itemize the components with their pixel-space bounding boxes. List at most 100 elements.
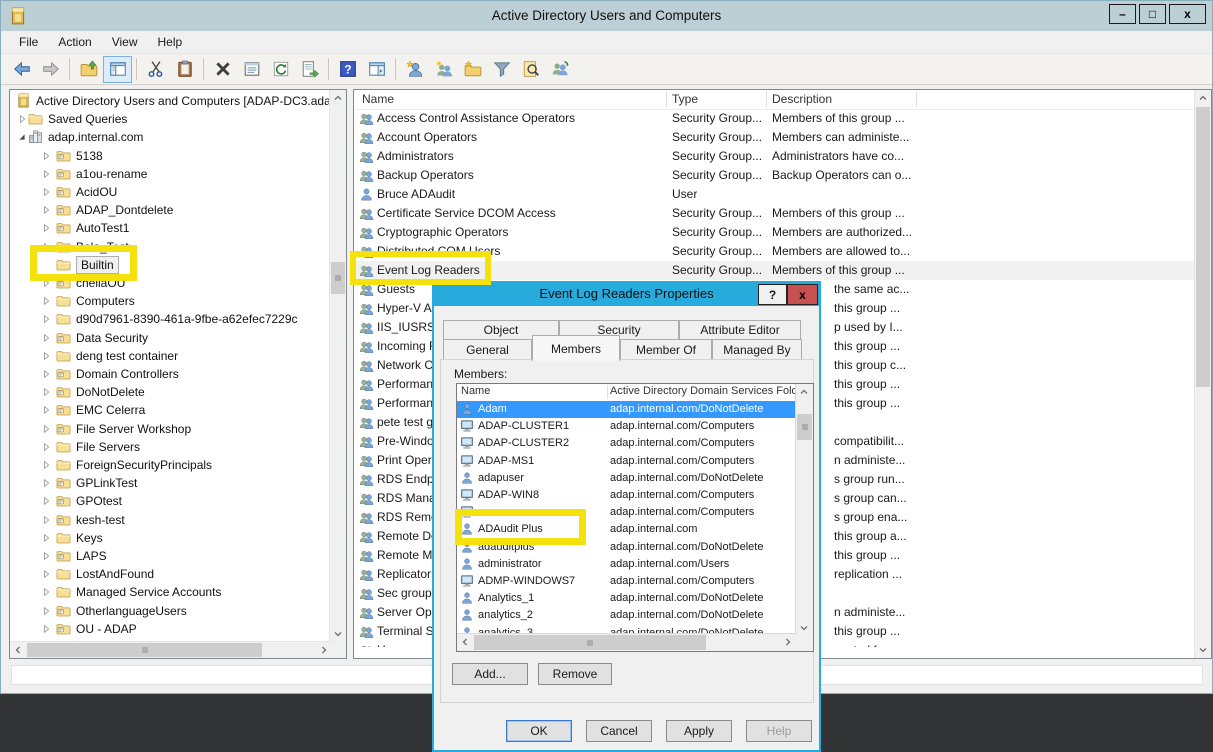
expand-icon[interactable] — [40, 295, 52, 307]
expand-icon[interactable] — [40, 568, 52, 580]
expand-icon[interactable] — [40, 550, 52, 562]
cut-button[interactable] — [141, 56, 170, 83]
menu-item-help[interactable]: Help — [148, 32, 193, 52]
member-column-name[interactable]: Name — [461, 385, 490, 397]
expand-icon[interactable] — [40, 386, 52, 398]
column-divider[interactable] — [666, 91, 667, 107]
refresh-button[interactable] — [266, 56, 295, 83]
tree-item-acidou[interactable]: AcidOU — [10, 183, 331, 201]
paste-button[interactable] — [170, 56, 199, 83]
list-row-access-control-assistance-operators[interactable]: Access Control Assistance OperatorsSecur… — [354, 109, 1196, 128]
column-header-type[interactable]: Type — [672, 92, 698, 106]
member-row-adap-win8[interactable]: ADAP-WIN8adap.internal.com/Computers — [457, 487, 796, 504]
list-row-administrators[interactable]: AdministratorsSecurity Group...Administr… — [354, 147, 1196, 166]
close-button[interactable]: x — [1169, 4, 1206, 24]
menu-item-action[interactable]: Action — [48, 32, 101, 52]
help-button[interactable]: Help — [746, 720, 812, 742]
tree-item-otherlanguageusers[interactable]: OtherlanguageUsers — [10, 602, 331, 620]
tree-item-autotest1[interactable]: AutoTest1 — [10, 219, 331, 237]
column-divider[interactable] — [916, 91, 917, 107]
tree-item-d90d7961-8390-461a-9fbe-a62efec7229c[interactable]: d90d7961-8390-461a-9fbe-a62efec7229c — [10, 310, 331, 328]
expand-icon[interactable] — [40, 477, 52, 489]
tree-item-foreignsecurityprincipals[interactable]: ForeignSecurityPrincipals — [10, 456, 331, 474]
scroll-down-icon[interactable] — [1195, 642, 1211, 658]
action-pane-button[interactable] — [362, 56, 391, 83]
member-row-adam[interactable]: Adamadap.internal.com/DoNotDelete — [457, 401, 796, 418]
expand-icon[interactable] — [40, 441, 52, 453]
cancel-button[interactable]: Cancel — [586, 720, 652, 742]
new-ou-button[interactable] — [458, 56, 487, 83]
properties-button[interactable] — [237, 56, 266, 83]
apply-button[interactable]: Apply — [666, 720, 732, 742]
tree-horizontal-scrollbar[interactable] — [10, 641, 332, 658]
scroll-up-icon[interactable] — [330, 90, 346, 106]
scrollbar-thumb[interactable] — [27, 643, 262, 657]
add-button[interactable]: Add... — [452, 663, 528, 685]
expand-icon[interactable] — [40, 313, 52, 325]
tab-managed-by[interactable]: Managed By — [712, 339, 802, 360]
scroll-right-icon[interactable] — [780, 634, 796, 650]
member-row-adapuser[interactable]: adapuseradap.internal.com/DoNotDelete — [457, 470, 796, 487]
tree-item-ou-adap[interactable]: OU - ADAP — [10, 620, 331, 638]
dialog-titlebar[interactable]: Event Log Readers Properties ? x — [434, 283, 819, 306]
list-vertical-scrollbar[interactable] — [1194, 90, 1211, 658]
members-horizontal-scrollbar[interactable] — [457, 633, 796, 651]
expand-icon[interactable] — [40, 459, 52, 471]
minimize-button[interactable]: – — [1109, 4, 1136, 24]
tree-item-data-security[interactable]: Data Security — [10, 329, 331, 347]
tree-item-a1ou-rename[interactable]: a1ou-rename — [10, 165, 331, 183]
new-group-button[interactable] — [429, 56, 458, 83]
list-row-certificate-service-dcom-access[interactable]: Certificate Service DCOM AccessSecurity … — [354, 204, 1196, 223]
ok-button[interactable]: OK — [506, 720, 572, 742]
expand-icon[interactable] — [40, 423, 52, 435]
help-button[interactable]: ? — [333, 56, 362, 83]
expand-icon[interactable] — [40, 332, 52, 344]
scroll-left-icon[interactable] — [457, 634, 473, 650]
list-row-backup-operators[interactable]: Backup OperatorsSecurity Group...Backup … — [354, 166, 1196, 185]
member-row-analytics-2[interactable]: analytics_2adap.internal.com/DoNotDelete — [457, 607, 796, 624]
expand-icon[interactable] — [40, 623, 52, 635]
tree-item-keys[interactable]: Keys — [10, 529, 331, 547]
member-row-admp-windows7[interactable]: ADMP-WINDOWS7adap.internal.com/Computers — [457, 573, 796, 590]
column-header-name[interactable]: Name — [362, 92, 394, 106]
expand-icon[interactable] — [40, 168, 52, 180]
tree-item-managed-service-accounts[interactable]: Managed Service Accounts — [10, 583, 331, 601]
tree-item-adap-internal-com[interactable]: adap.internal.com — [10, 128, 331, 146]
window-titlebar[interactable]: Active Directory Users and Computers – □… — [1, 1, 1212, 31]
list-row-bruce-adaudit[interactable]: Bruce ADAuditUser — [354, 185, 1196, 204]
tree-item-donotdelete[interactable]: DoNotDelete — [10, 383, 331, 401]
members-vertical-scrollbar[interactable] — [795, 384, 813, 636]
expand-icon[interactable] — [40, 495, 52, 507]
member-row-adap-cluster1[interactable]: ADAP-CLUSTER1adap.internal.com/Computers — [457, 418, 796, 435]
tab-members[interactable]: Members — [532, 335, 620, 361]
expand-icon[interactable] — [40, 605, 52, 617]
list-row-account-operators[interactable]: Account OperatorsSecurity Group...Member… — [354, 128, 1196, 147]
tree-item-gpotest[interactable]: GPOtest — [10, 492, 331, 510]
tree-item-adap-dontdelete[interactable]: ADAP_Dontdelete — [10, 201, 331, 219]
scrollbar-thumb[interactable] — [474, 635, 706, 650]
filter-button[interactable] — [487, 56, 516, 83]
expand-icon[interactable] — [16, 113, 28, 125]
member-row-adap-cluster2[interactable]: ADAP-CLUSTER2adap.internal.com/Computers — [457, 435, 796, 452]
maximize-button[interactable]: □ — [1139, 4, 1166, 24]
tree-item-5138[interactable]: 5138 — [10, 147, 331, 165]
scrollbar-thumb[interactable] — [1196, 107, 1210, 387]
tree-item-lostandfound[interactable]: LostAndFound — [10, 565, 331, 583]
dialog-help-button[interactable]: ? — [758, 284, 787, 305]
tree-item-deng-test-container[interactable]: deng test container — [10, 347, 331, 365]
scroll-up-icon[interactable] — [796, 384, 812, 400]
tree-item-gplinktest[interactable]: GPLinkTest — [10, 474, 331, 492]
scrollbar-thumb[interactable] — [797, 414, 812, 440]
column-header-description[interactable]: Description — [772, 92, 832, 106]
up-one-level-button[interactable] — [74, 56, 103, 83]
tree-item-saved-queries[interactable]: Saved Queries — [10, 110, 331, 128]
member-column-folder[interactable]: Active Directory Domain Services Folde — [610, 385, 804, 397]
tree-item-kesh-test[interactable]: kesh-test — [10, 511, 331, 529]
expand-icon[interactable] — [40, 150, 52, 162]
delete-button[interactable] — [208, 56, 237, 83]
expand-icon[interactable] — [40, 186, 52, 198]
column-divider[interactable] — [766, 91, 767, 107]
expand-icon[interactable] — [40, 532, 52, 544]
tab-attribute-editor[interactable]: Attribute Editor — [679, 320, 801, 340]
remove-button[interactable]: Remove — [538, 663, 612, 685]
